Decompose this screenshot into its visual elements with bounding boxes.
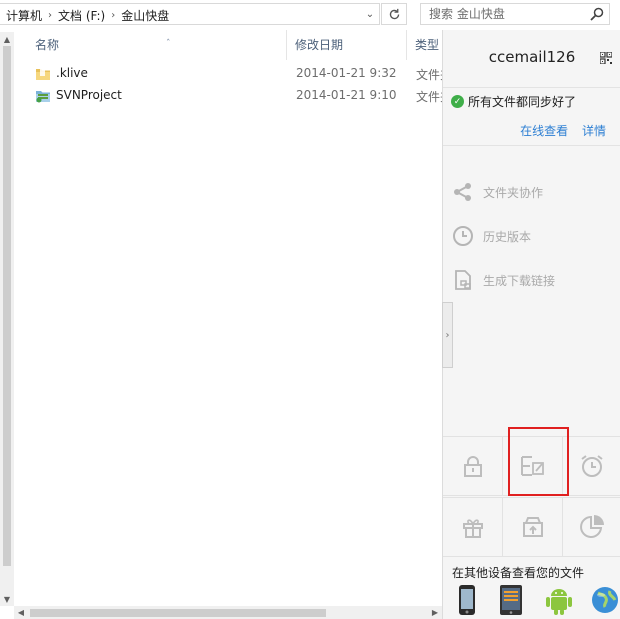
synced-folder-icon — [36, 91, 50, 103]
column-date[interactable]: 修改日期 — [286, 30, 406, 60]
user-name: ccemail126 — [488, 48, 576, 66]
breadcrumb-drive-f[interactable]: 文档 (F:) — [58, 7, 105, 24]
devices-title: 在其他设备查看您的文件 — [452, 566, 585, 580]
horizontal-scrollbar-thumb[interactable] — [30, 609, 326, 617]
alarm-clock-icon — [581, 455, 603, 477]
scroll-left-icon[interactable]: ◀ — [14, 606, 28, 619]
search-icon[interactable] — [589, 6, 605, 22]
iphone-icon — [459, 585, 475, 615]
file-type: 文件夹 — [416, 90, 442, 104]
refresh-button[interactable] — [381, 3, 407, 25]
details-link[interactable]: 详情 — [582, 124, 606, 138]
file-date: 2014-01-21 9:10 — [296, 88, 397, 102]
column-name[interactable]: 名称 ˆ — [27, 30, 291, 60]
file-row[interactable]: SVNProject 2014-01-21 9:10 文件夹 — [14, 85, 442, 107]
action-history-versions[interactable]: 历史版本 — [451, 223, 531, 249]
globe-icon — [592, 587, 618, 613]
action-folder-collaboration[interactable]: 文件夹协作 — [451, 179, 543, 205]
sync-status-text: 所有文件都同步好了 — [468, 95, 577, 109]
breadcrumb: 计算机 › 文档 (F:) › 金山快盘 — [6, 7, 169, 24]
tool-edit-document[interactable] — [503, 436, 563, 496]
search-input[interactable] — [421, 4, 586, 24]
edit-document-icon — [520, 456, 544, 476]
view-online-link[interactable]: 在线查看 — [520, 124, 568, 138]
action-label: 文件夹协作 — [483, 185, 544, 200]
column-header: 名称 ˆ 修改日期 类型 — [14, 30, 442, 60]
horizontal-scrollbar[interactable]: ◀ ▶ — [14, 606, 442, 619]
android-icon — [546, 589, 572, 615]
share-icon — [451, 180, 475, 204]
check-circle-icon: ✓ — [451, 95, 464, 108]
address-bar[interactable]: 计算机 › 文档 (F:) › 金山快盘 ⌄ — [0, 3, 380, 25]
search-box[interactable] — [420, 3, 610, 25]
qr-code-icon[interactable] — [600, 52, 612, 64]
file-type: 文件夹 — [416, 68, 442, 82]
file-name: SVNProject — [56, 88, 122, 102]
tool-alarm-clock[interactable] — [563, 436, 620, 496]
device-list — [451, 583, 620, 619]
file-list: 名称 ˆ 修改日期 类型 .klive 2014-01-21 9:32 文件夹 … — [14, 30, 442, 606]
lock-icon — [463, 456, 482, 477]
chevron-right-icon: › — [445, 329, 450, 341]
scrollbar-thumb[interactable] — [3, 46, 11, 566]
action-label: 生成下载链接 — [483, 273, 556, 288]
gift-icon — [462, 519, 483, 538]
chevron-right-icon[interactable]: › — [48, 10, 52, 21]
refresh-icon — [389, 8, 399, 19]
panel-collapse-handle[interactable]: › — [442, 302, 453, 368]
breadcrumb-kuaipan[interactable]: 金山快盘 — [121, 7, 169, 24]
clock-icon — [451, 224, 475, 248]
kuaipan-side-panel: ccemail126 ✓ 所有文件都同步好了 在线查看 详情 文件夹协作 历史版… — [442, 30, 620, 619]
device-iphone[interactable] — [451, 583, 483, 617]
chevron-right-icon[interactable]: › — [111, 10, 115, 21]
device-web[interactable] — [589, 583, 620, 617]
sync-status: ✓ 所有文件都同步好了 — [451, 93, 576, 110]
file-date: 2014-01-21 9:32 — [296, 66, 397, 80]
divider — [443, 145, 620, 146]
breadcrumb-computer[interactable]: 计算机 — [6, 7, 42, 24]
divider — [443, 87, 620, 88]
panel-links: 在线查看 详情 — [510, 122, 606, 139]
tablet-icon — [500, 585, 522, 615]
tool-grid — [443, 436, 620, 558]
tool-gift[interactable] — [443, 497, 503, 557]
tool-storage-stats[interactable] — [563, 497, 620, 557]
column-type[interactable]: 类型 — [406, 30, 442, 60]
scroll-right-icon[interactable]: ▶ — [428, 606, 442, 619]
device-android[interactable] — [543, 583, 575, 617]
vertical-scrollbar[interactable]: ▲ ▼ — [0, 32, 14, 606]
scroll-up-icon[interactable]: ▲ — [0, 32, 14, 46]
download-link-icon — [451, 268, 475, 292]
scroll-down-icon[interactable]: ▼ — [0, 592, 14, 606]
sort-ascending-icon: ˆ — [166, 39, 171, 49]
file-name: .klive — [56, 66, 88, 80]
action-generate-download-link[interactable]: 生成下载链接 — [451, 267, 555, 293]
device-tablet[interactable] — [495, 583, 527, 617]
chevron-down-icon[interactable]: ⌄ — [361, 4, 379, 24]
file-row[interactable]: .klive 2014-01-21 9:32 文件夹 — [14, 63, 442, 85]
pie-chart-icon — [580, 515, 604, 538]
address-bar-row: 计算机 › 文档 (F:) › 金山快盘 ⌄ — [0, 0, 620, 30]
tool-lock[interactable] — [443, 436, 503, 496]
upload-box-icon — [522, 517, 543, 537]
column-name-label: 名称 — [35, 38, 60, 52]
tool-upload[interactable] — [503, 497, 563, 557]
folder-icon — [36, 68, 50, 80]
action-label: 历史版本 — [483, 229, 532, 244]
